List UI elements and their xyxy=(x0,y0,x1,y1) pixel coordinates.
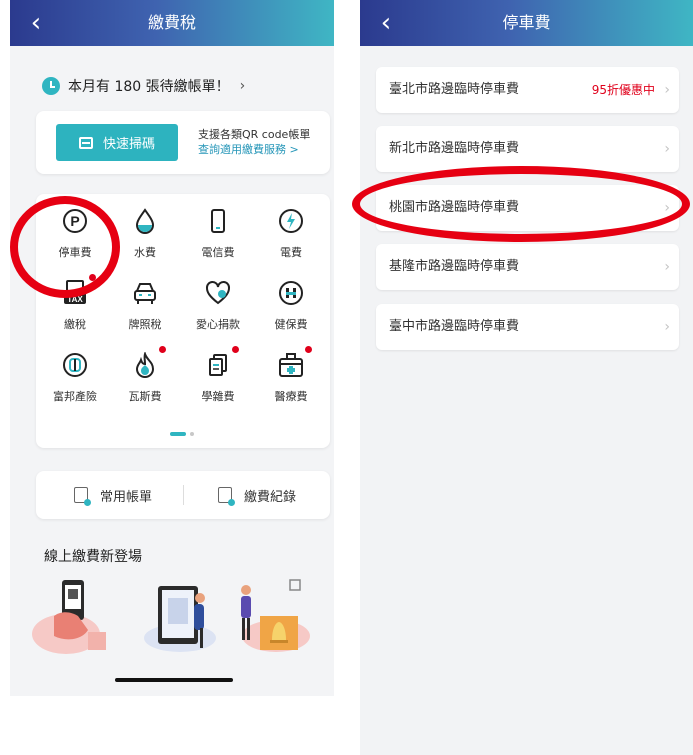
scan-icon xyxy=(78,136,93,149)
tuition-icon xyxy=(205,346,239,378)
bill-icon xyxy=(74,487,91,506)
service-telecom[interactable]: 電信費 xyxy=(183,208,253,260)
lightning-icon xyxy=(278,208,304,234)
clock-icon xyxy=(42,77,60,95)
payment-records-button[interactable]: 繳費紀錄 xyxy=(218,471,296,519)
service-label: 電信費 xyxy=(201,246,235,259)
list-item-keelung[interactable]: 基隆市路邊臨時停車費 › xyxy=(376,244,679,290)
left-screen: ‹ 繳費稅 本月有 180 張待繳帳單！ › 快速掃碼 支援各類QR code帳… xyxy=(10,0,334,755)
header-bar: ‹ 停車費 xyxy=(360,0,693,46)
quick-scan-label: 快速掃碼 xyxy=(102,137,155,152)
list-item-label: 桃園市路邊臨時停車費 xyxy=(389,200,520,215)
scan-phone-illustration[interactable] xyxy=(28,576,110,654)
header-bar: ‹ 繳費稅 xyxy=(10,0,334,46)
chevron-right-icon: › xyxy=(664,259,670,275)
notification-dot xyxy=(159,346,166,353)
page-title: 停車費 xyxy=(502,13,551,32)
service-label: 電費 xyxy=(280,246,302,259)
fubon-insurance-icon xyxy=(62,352,88,378)
list-item-taipei[interactable]: 臺北市路邊臨時停車費 95折優惠中 › xyxy=(376,67,679,113)
promo-section-title: 線上繳費新登場 xyxy=(44,549,142,565)
chevron-right-icon: › xyxy=(664,200,670,216)
page-dot-active xyxy=(170,432,186,436)
scan-info-text: 支援各類QR code帳單 xyxy=(198,128,311,141)
notice-text: 本月有 180 張待繳帳單！ xyxy=(68,79,230,95)
list-item-label: 基隆市路邊臨時停車費 xyxy=(389,259,520,274)
service-tax[interactable]: TAX 繳稅 xyxy=(40,274,110,332)
chevron-right-icon: › xyxy=(664,141,670,157)
service-parking[interactable]: P 停車費 xyxy=(40,208,110,260)
notification-dot xyxy=(305,346,312,353)
records-icon xyxy=(218,487,235,506)
list-item-label: 臺北市路邊臨時停車費 xyxy=(389,82,520,97)
medical-kit-icon xyxy=(278,346,312,378)
service-tuition[interactable]: 學雜費 xyxy=(183,346,253,404)
svg-text:P: P xyxy=(70,213,79,229)
quick-links-card: 常用帳單 繳費紀錄 xyxy=(36,471,330,519)
chevron-right-icon: › xyxy=(239,78,246,94)
service-grid: P 停車費 水費 電信費 電費 TAX 繳稅 牌照稅 愛心捐款 健保費 富邦產險… xyxy=(36,194,330,448)
flame-icon xyxy=(132,346,166,378)
bell-illustration[interactable] xyxy=(232,576,314,654)
chevron-right-icon: › xyxy=(664,319,670,335)
phone-icon xyxy=(205,208,231,234)
divider xyxy=(183,485,184,505)
service-label: 牌照稅 xyxy=(128,318,162,331)
common-bills-button[interactable]: 常用帳單 xyxy=(74,471,152,519)
applicable-services-link[interactable]: 查詢適用繳費服務 > xyxy=(198,142,310,157)
scan-info: 支援各類QR code帳單 查詢適用繳費服務 > xyxy=(198,127,310,157)
tablet-illustration[interactable] xyxy=(138,576,220,654)
service-label: 瓦斯費 xyxy=(128,390,162,403)
service-label: 愛心捐款 xyxy=(196,318,240,331)
service-electricity[interactable]: 電費 xyxy=(256,208,326,260)
notification-dot xyxy=(89,274,96,281)
chevron-right-icon: › xyxy=(664,82,670,98)
service-medical[interactable]: 醫療費 xyxy=(256,346,326,404)
notification-dot xyxy=(232,346,239,353)
service-label: 停車費 xyxy=(58,246,92,259)
health-insurance-icon xyxy=(278,280,304,306)
discount-badge: 95折優惠中 xyxy=(591,83,655,97)
right-screen: ‹ 停車費 臺北市路邊臨時停車費 95折優惠中 › 新北市路邊臨時停車費 › 桃… xyxy=(360,0,693,755)
list-item-taichung[interactable]: 臺中市路邊臨時停車費 › xyxy=(376,304,679,350)
heart-icon xyxy=(205,280,231,306)
service-label: 健保費 xyxy=(274,318,308,331)
service-health-insurance[interactable]: 健保費 xyxy=(256,280,326,332)
service-label: 學雜費 xyxy=(201,390,235,403)
service-fubon-insurance[interactable]: 富邦產險 xyxy=(40,352,110,404)
list-item-label: 新北市路邊臨時停車費 xyxy=(389,141,520,156)
list-item-new-taipei[interactable]: 新北市路邊臨時停車費 › xyxy=(376,126,679,172)
page-dot xyxy=(190,432,194,436)
scan-card: 快速掃碼 支援各類QR code帳單 查詢適用繳費服務 > xyxy=(36,111,330,174)
service-license-tax[interactable]: 牌照稅 xyxy=(110,280,180,332)
service-label: 繳稅 xyxy=(64,318,86,331)
service-label: 水費 xyxy=(134,246,156,259)
pending-bills-notice[interactable]: 本月有 180 張待繳帳單！ › xyxy=(42,74,245,98)
svg-text:TAX: TAX xyxy=(67,295,83,304)
page-indicator[interactable] xyxy=(170,432,194,436)
service-label: 醫療費 xyxy=(274,390,308,403)
service-donation[interactable]: 愛心捐款 xyxy=(183,280,253,332)
common-bills-label: 常用帳單 xyxy=(100,489,153,505)
parking-icon: P xyxy=(62,208,88,234)
water-drop-icon xyxy=(132,208,158,234)
service-label: 富邦產險 xyxy=(53,390,97,403)
payment-records-label: 繳費紀錄 xyxy=(244,489,297,505)
list-item-taoyuan[interactable]: 桃園市路邊臨時停車費 › xyxy=(376,185,679,231)
car-icon xyxy=(132,280,158,306)
list-item-label: 臺中市路邊臨時停車費 xyxy=(389,319,520,334)
home-indicator[interactable] xyxy=(115,678,233,682)
quick-scan-button[interactable]: 快速掃碼 xyxy=(56,124,178,161)
tax-icon: TAX xyxy=(62,274,96,306)
service-gas[interactable]: 瓦斯費 xyxy=(110,346,180,404)
page-title: 繳費稅 xyxy=(147,13,196,32)
service-water[interactable]: 水費 xyxy=(110,208,180,260)
